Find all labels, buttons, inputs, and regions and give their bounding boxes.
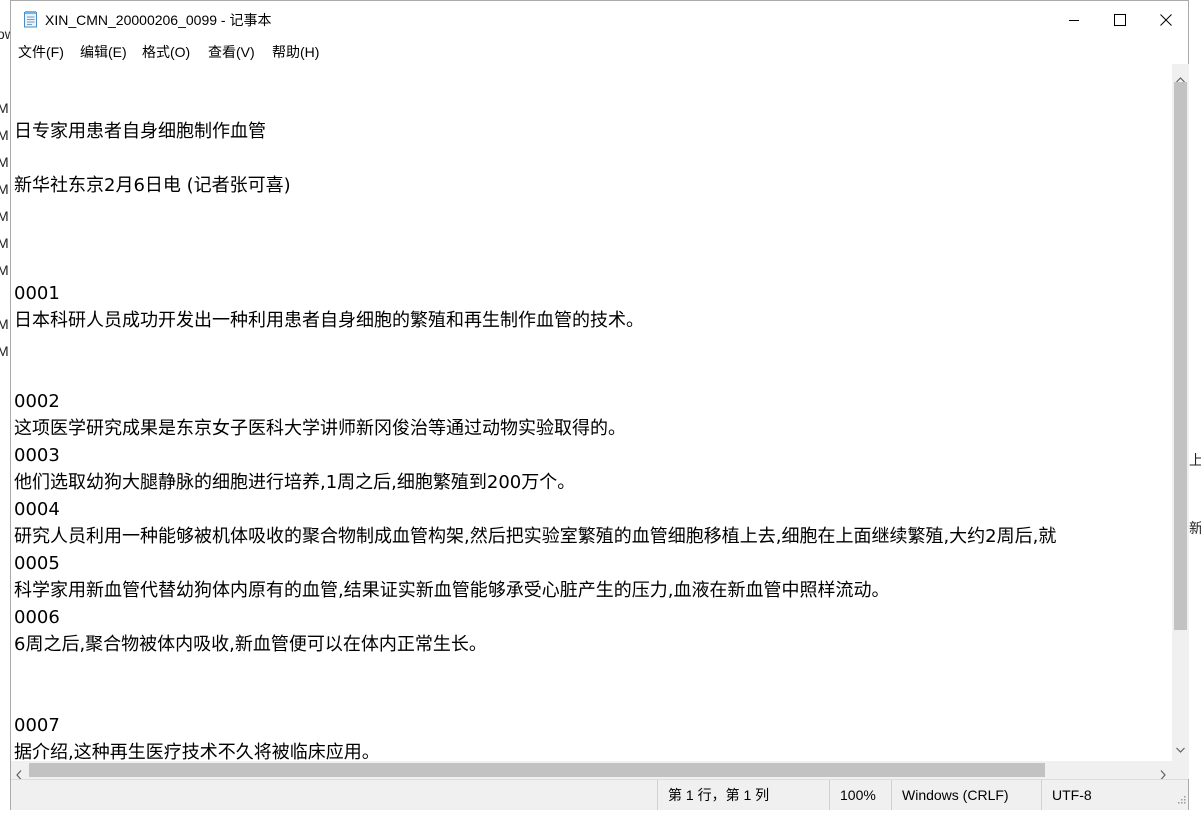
- document-line: 他们选取幼狗大腿静脉的细胞进行培养,1周之后,细胞繁殖到200万个。: [14, 472, 576, 493]
- document-line: 0002: [14, 391, 60, 412]
- menu-edit[interactable]: 编辑(E): [80, 42, 127, 62]
- background-text-fragment: 新: [1189, 520, 1201, 536]
- status-bar: 第 1 行，第 1 列 100% Windows (CRLF) UTF-8: [11, 779, 1188, 810]
- background-text-fragment: M: [0, 100, 9, 116]
- title-bar[interactable]: XIN_CMN_20000206_0099 - 记事本: [11, 1, 1188, 38]
- background-window-right-edge: 上 新: [1189, 0, 1201, 817]
- minimize-icon: [1068, 14, 1080, 26]
- encoding: UTF-8: [1041, 780, 1181, 810]
- menu-file[interactable]: 文件(F): [18, 42, 64, 62]
- document-line: 0006: [14, 607, 60, 628]
- menu-format[interactable]: 格式(O): [142, 42, 190, 62]
- document-text: 日专家用患者自身细胞制作血管新华社东京2月6日电 (记者张可喜) 0001 日本科研…: [14, 64, 1172, 761]
- document-line: 0001: [14, 283, 60, 304]
- scroll-down-arrow-icon[interactable]: [1176, 738, 1185, 757]
- background-text-fragment: M: [0, 262, 9, 278]
- cursor-position: 第 1 行，第 1 列: [657, 780, 829, 810]
- document-line: 据介绍,这种再生医疗技术不久将被临床应用。: [14, 742, 380, 761]
- scrollbar-corner: [1172, 761, 1189, 779]
- resize-grip-icon[interactable]: [1176, 789, 1186, 808]
- background-text-fragment: M: [0, 154, 9, 170]
- document-line: 研究人员利用一种能够被机体吸收的聚合物制成血管构架,然后把实验室繁殖的血管细胞移…: [14, 526, 1057, 547]
- close-icon: [1160, 13, 1172, 26]
- zoom-level: 100%: [829, 780, 891, 810]
- vertical-scrollbar[interactable]: [1172, 64, 1189, 761]
- notepad-window: XIN_CMN_20000206_0099 - 记事本 文件(F) 编辑(E) …: [10, 0, 1189, 810]
- notepad-icon: [23, 10, 39, 28]
- window-title: XIN_CMN_20000206_0099 - 记事本: [45, 12, 272, 28]
- horizontal-scrollbar[interactable]: [11, 761, 1172, 780]
- document-line: 0004: [14, 499, 60, 520]
- minimize-button[interactable]: [1051, 1, 1097, 38]
- background-text-fragment: M: [0, 235, 9, 251]
- background-text-fragment: 上: [1189, 452, 1201, 468]
- document-line: 0003: [14, 445, 60, 466]
- menu-help[interactable]: 帮助(H): [272, 42, 319, 62]
- text-editor-area[interactable]: 日专家用患者自身细胞制作血管新华社东京2月6日电 (记者张可喜) 0001 日本科研…: [11, 64, 1172, 761]
- document-line: 6周之后,聚合物被体内吸收,新血管便可以在体内正常生长。: [14, 634, 487, 655]
- document-line: 新华社东京2月6日电 (记者张可喜): [14, 175, 291, 196]
- menu-bar: 文件(F) 编辑(E) 格式(O) 查看(V) 帮助(H): [11, 38, 1188, 64]
- document-line: 科学家用新血管代替幼狗体内原有的血管,结果证实新血管能够承受心脏产生的压力,血液…: [14, 580, 890, 601]
- background-text-fragment: M: [0, 127, 9, 143]
- close-button[interactable]: [1143, 1, 1189, 38]
- menu-view[interactable]: 查看(V): [208, 42, 255, 62]
- document-line: 0007: [14, 715, 60, 736]
- background-text-fragment: M: [0, 181, 9, 197]
- document-line: 这项医学研究成果是东京女子医科大学讲师新冈俊治等通过动物实验取得的。: [14, 418, 626, 439]
- document-line: 日本科研人员成功开发出一种利用患者自身细胞的繁殖和再生制作血管的技术。: [14, 310, 644, 331]
- maximize-button[interactable]: [1097, 1, 1143, 38]
- background-text-fragment: M: [0, 208, 9, 224]
- vertical-scroll-thumb[interactable]: [1174, 82, 1187, 630]
- document-line: 日专家用患者自身细胞制作血管: [14, 121, 266, 142]
- background-text-fragment: M: [0, 343, 9, 359]
- document-line: 0005: [14, 553, 60, 574]
- maximize-icon: [1114, 13, 1126, 26]
- line-ending: Windows (CRLF): [891, 780, 1041, 810]
- background-text-fragment: M: [0, 316, 9, 332]
- horizontal-scroll-thumb[interactable]: [29, 763, 1045, 777]
